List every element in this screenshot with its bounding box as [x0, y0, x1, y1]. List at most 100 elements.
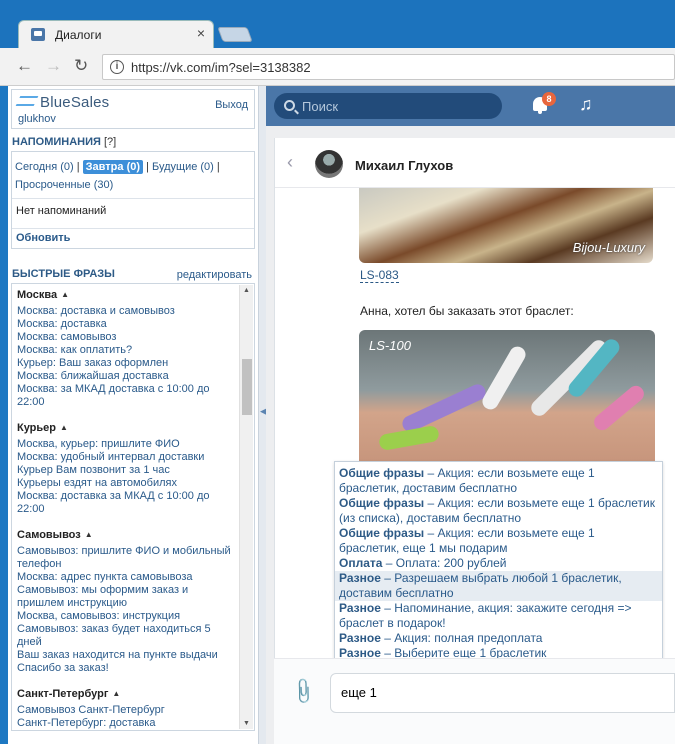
collapse-caret-icon[interactable]: ▲ — [61, 290, 69, 299]
collapse-caret-icon[interactable]: ▲ — [112, 689, 120, 698]
phrase-group: Курьер ▲ Москва, курьер: пришлите ФИО Москв… — [17, 421, 235, 516]
suggestion-item[interactable]: Разное – Напоминание, акция: закажите се… — [335, 601, 662, 631]
phrase-group-title[interactable]: Самовывоз ▲ — [17, 528, 235, 542]
photo-bracelet-band — [590, 382, 648, 434]
quick-phrases-list: Москва ▲ Москва: доставка и самовывоз Москв… — [11, 283, 255, 731]
suggestion-item[interactable]: Общие фразы – Акция: если возьмете еще 1… — [335, 462, 662, 496]
reload-icon[interactable]: ↻ — [74, 56, 88, 76]
url-field[interactable]: i https://vk.com/im?sel=3138382 — [102, 54, 675, 80]
phrase-item[interactable]: Санкт-Петербург: самовывоз — [17, 730, 235, 731]
suggestion-item[interactable]: Разное – Разрешаем выбрать любой 1 брасл… — [335, 571, 662, 601]
bluesales-header: BlueSales glukhov Выход — [11, 89, 255, 129]
phrase-item[interactable]: Москва: доставка — [17, 318, 235, 331]
chat-header: ‹ Михаил Глухов — [275, 138, 675, 188]
phrase-item[interactable]: Москва: ближайшая доставка — [17, 370, 235, 383]
phrase-item[interactable]: Москва: удобный интервал доставки — [17, 451, 235, 464]
phrase-item[interactable]: Спасибо за заказ! — [17, 662, 235, 675]
info-icon[interactable]: i — [110, 60, 124, 74]
refresh-button[interactable]: Обновить — [16, 232, 70, 244]
phrase-item[interactable]: Москва: самовывоз — [17, 331, 235, 344]
phrase-item[interactable]: Самовывоз: пришлите ФИО и мобильный теле… — [17, 545, 235, 571]
attach-paperclip-icon[interactable]: 📎 — [288, 676, 319, 706]
phrase-group-title[interactable]: Санкт-Петербург ▲ — [17, 687, 235, 701]
phrase-item[interactable]: Самовывоз: мы оформим заказ и пришлем ин… — [17, 584, 235, 610]
new-tab-button[interactable] — [217, 27, 253, 42]
message-input[interactable]: еще 1 — [330, 673, 675, 713]
phrase-item[interactable]: Москва, самовывоз: инструкция — [17, 610, 235, 623]
phrase-item[interactable]: Москва: как оплатить? — [17, 344, 235, 357]
suggestion-item[interactable]: Разное – Акция: полная предоплата — [335, 631, 662, 646]
tab-overdue[interactable]: Просроченные (30) — [15, 179, 113, 191]
phrase-item[interactable]: Самовывоз Санкт-Петербург — [17, 704, 235, 717]
phrase-group-title-text: Санкт-Петербург — [17, 688, 109, 700]
bracelet-photo-1[interactable]: Bijou-Luxury — [359, 188, 653, 263]
phrase-group-title-text: Москва — [17, 289, 58, 301]
photo-bracelet-band — [378, 424, 440, 452]
suggestion-item[interactable]: Оплата – Оплата: 200 рублей — [335, 556, 662, 571]
search-icon — [284, 100, 295, 111]
phrase-item[interactable]: Москва: адрес пункта самовывоза — [17, 571, 235, 584]
phrase-item[interactable]: Курьер Вам позвонит за 1 час — [17, 464, 235, 477]
vk-header: Поиск 8 ♫ — [266, 86, 675, 126]
reminders-title: НАПОМИНАНИЯ [?] — [12, 136, 116, 148]
phrase-item[interactable]: Ваш заказ находится на пункте выдачи — [17, 649, 235, 662]
message-text: Анна, хотел бы заказать этот браслет: — [360, 304, 574, 318]
bracelet-photo-2[interactable]: LS-100 — [359, 330, 655, 480]
suggestion-text: – Оплата: 200 рублей — [382, 556, 507, 570]
phrase-item[interactable]: Москва, курьер: пришлите ФИО — [17, 438, 235, 451]
tab-close-icon[interactable]: × — [197, 25, 205, 41]
address-bar: ← → ↻ i https://vk.com/im?sel=3138382 — [0, 48, 675, 86]
scroll-down-icon[interactable]: ▼ — [243, 720, 250, 727]
suggestion-item[interactable]: Общие фразы – Акция: если возьмете еще 1… — [335, 496, 662, 526]
panel-splitter[interactable]: ◀ — [258, 86, 267, 744]
product-link[interactable]: LS-083 — [360, 268, 399, 283]
phrase-suggestions-dropdown: Общие фразы – Акция: если возьмете еще 1… — [334, 461, 663, 679]
suggestion-category: Оплата — [339, 556, 383, 570]
photo-bracelet-band — [399, 381, 489, 435]
phrase-item[interactable]: Курьер: Ваш заказ оформлен — [17, 357, 235, 370]
tab-title: Диалоги — [55, 28, 102, 42]
chat-contact-name[interactable]: Михаил Глухов — [355, 158, 453, 173]
quick-phrases-title: БЫСТРЫЕ ФРАЗЫ — [12, 268, 115, 280]
scroll-up-icon[interactable]: ▲ — [243, 287, 250, 294]
forward-arrow-icon[interactable]: → — [45, 56, 62, 76]
message-composer: 📎 еще 1 — [274, 658, 675, 744]
phrase-item[interactable]: Москва: за МКАД доставка с 10:00 до 22:0… — [17, 383, 235, 409]
phrase-group-title[interactable]: Москва ▲ — [17, 288, 235, 302]
search-input[interactable]: Поиск — [274, 93, 502, 119]
scrollbar[interactable]: ▲ ▼ — [239, 285, 253, 729]
photo-watermark: Bijou-Luxury — [572, 240, 645, 255]
no-reminders-text: Нет напоминаний — [16, 205, 107, 217]
edit-phrases-link[interactable]: редактировать — [177, 269, 252, 281]
tab-tomorrow[interactable]: Завтра (0) — [82, 160, 144, 174]
browser-tab[interactable]: Диалоги × — [18, 20, 214, 48]
bluesales-logo-text: BlueSales — [40, 94, 110, 111]
tab-today[interactable]: Сегодня (0) — [15, 161, 74, 173]
message-input-text: еще 1 — [341, 685, 377, 700]
tab-separator: | — [216, 161, 220, 173]
photo-bracelet-band — [479, 343, 529, 413]
reminders-help-link[interactable]: [?] — [104, 136, 116, 148]
divider — [12, 228, 254, 229]
collapse-caret-icon[interactable]: ▲ — [60, 423, 68, 432]
scrollbar-thumb[interactable] — [242, 359, 252, 415]
avatar[interactable] — [315, 150, 343, 178]
phrase-item[interactable]: Самовывоз: заказ будет находиться 5 дней — [17, 623, 235, 649]
phrase-item[interactable]: Санкт-Петербург: доставка — [17, 717, 235, 730]
collapse-caret-icon[interactable]: ▲ — [85, 530, 93, 539]
username: glukhov — [18, 113, 56, 125]
music-icon[interactable]: ♫ — [579, 94, 593, 115]
suggestion-text: – Напоминание, акция: закажите сегодня =… — [339, 601, 632, 630]
suggestion-item[interactable]: Общие фразы – Акция: если возьмете еще 1… — [335, 526, 662, 556]
tab-future[interactable]: Будущие (0) — [152, 161, 214, 173]
phrase-group-title[interactable]: Курьер ▲ — [17, 421, 235, 435]
bluesales-logo-icon — [15, 96, 39, 106]
back-arrow-icon[interactable]: ← — [16, 56, 33, 76]
suggestion-category: Разное — [339, 601, 381, 615]
phrase-item[interactable]: Москва: доставка за МКАД с 10:00 до 22:0… — [17, 490, 235, 516]
search-placeholder: Поиск — [302, 99, 339, 114]
phrase-item[interactable]: Москва: доставка и самовывоз — [17, 305, 235, 318]
phrase-item[interactable]: Курьеры ездят на автомобилях — [17, 477, 235, 490]
back-chevron-icon[interactable]: ‹ — [287, 152, 293, 173]
logout-link[interactable]: Выход — [215, 99, 248, 111]
